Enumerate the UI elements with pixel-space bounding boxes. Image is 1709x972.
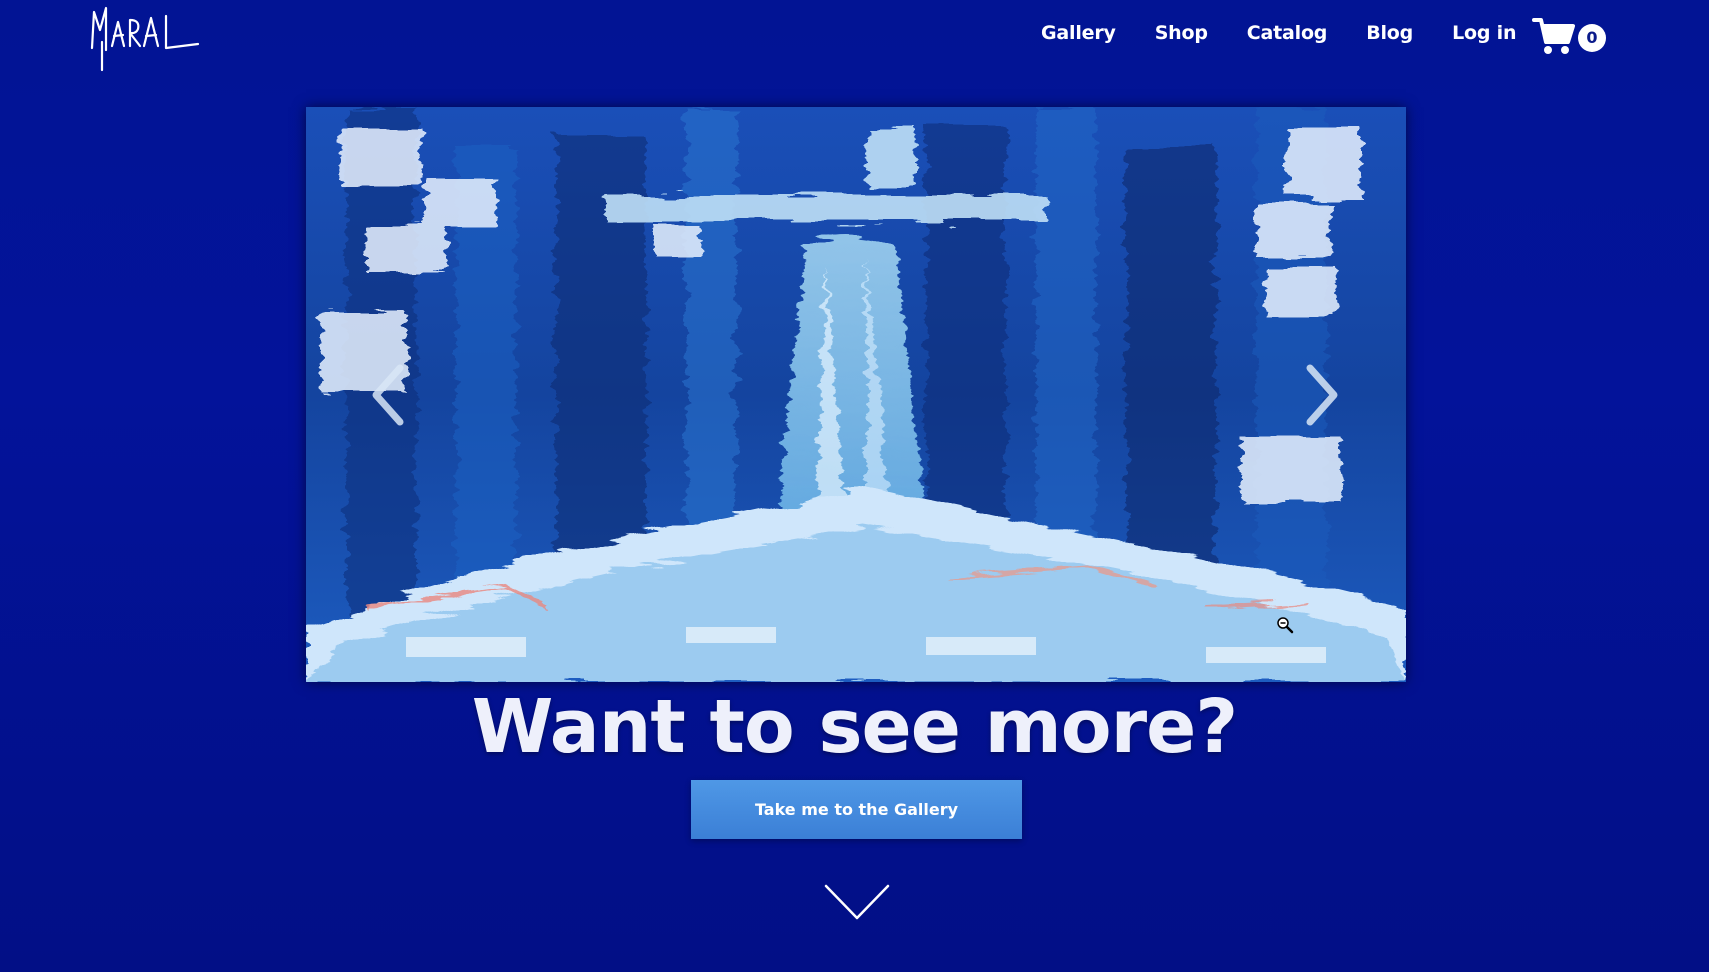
chevron-left-icon: [372, 364, 404, 426]
site-logo[interactable]: [86, 2, 206, 72]
gallery-cta-button[interactable]: Take me to the Gallery: [691, 780, 1022, 839]
shopping-cart-icon: [1532, 18, 1575, 54]
page: Gallery Shop Catalog Blog Log in 0 Want …: [0, 0, 1709, 972]
main-nav: Gallery Shop Catalog Blog Log in: [1041, 22, 1555, 44]
nav-shop[interactable]: Shop: [1155, 22, 1208, 44]
nav-gallery[interactable]: Gallery: [1041, 22, 1116, 44]
chevron-right-icon: [1306, 364, 1338, 426]
nav-login[interactable]: Log in: [1452, 22, 1516, 44]
carousel-prev-button[interactable]: [368, 360, 408, 430]
scroll-down-button[interactable]: [822, 882, 892, 922]
nav-blog[interactable]: Blog: [1366, 22, 1413, 44]
cart-button[interactable]: 0: [1532, 14, 1608, 60]
hero-carousel[interactable]: [306, 107, 1406, 682]
carousel-next-button[interactable]: [1302, 360, 1342, 430]
cta-headline: Want to see more?: [471, 684, 1238, 770]
painting-image: [306, 107, 1406, 682]
chevron-down-icon: [824, 884, 890, 920]
nav-catalog[interactable]: Catalog: [1247, 22, 1328, 44]
zoom-out-icon[interactable]: [1276, 616, 1294, 634]
logo-signature: [90, 6, 200, 72]
cart-count-badge: 0: [1578, 24, 1606, 52]
